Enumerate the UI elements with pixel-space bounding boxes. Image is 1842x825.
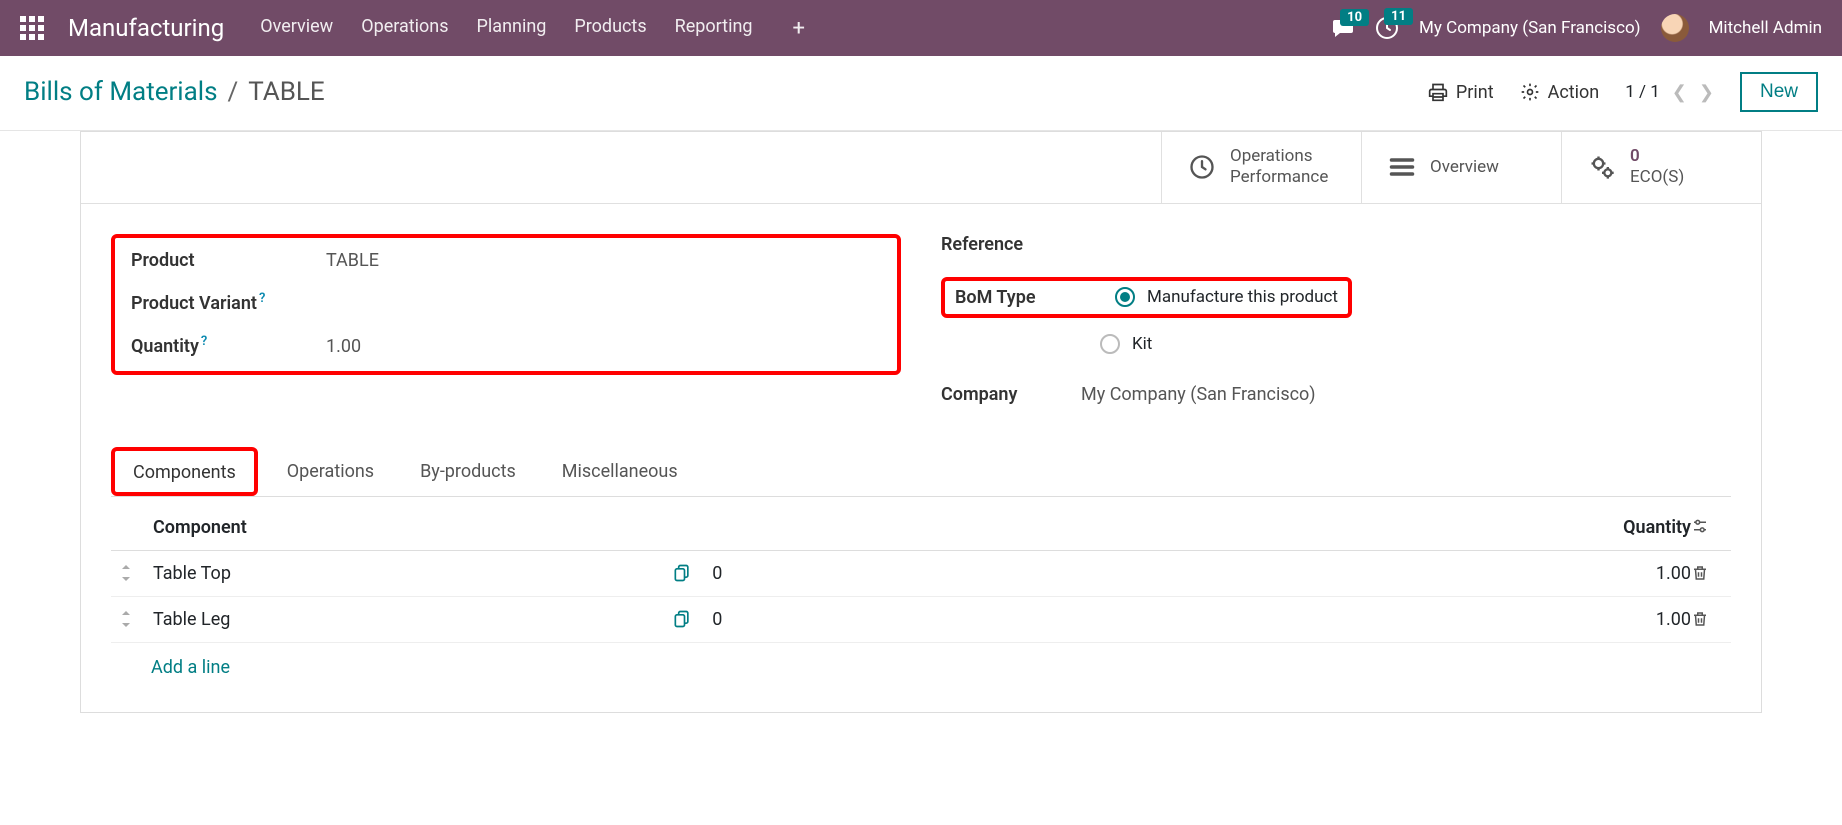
print-icon xyxy=(1428,82,1448,102)
stat-ops-line2: Performance xyxy=(1230,167,1328,188)
highlight-box-left: Product TABLE Product Variant? Quantity?… xyxy=(111,234,901,375)
pager-next-icon[interactable]: ❯ xyxy=(1699,82,1714,103)
cell-qty[interactable]: 1.00 xyxy=(1551,609,1691,630)
breadcrumb-sep: / xyxy=(228,77,239,107)
cell-name[interactable]: Table Top xyxy=(153,563,672,584)
gears-icon xyxy=(1588,153,1616,181)
highlight-box-tab: Components xyxy=(111,447,258,496)
reference-label: Reference xyxy=(941,234,1136,255)
product-label: Product xyxy=(131,250,326,271)
messages-badge: 10 xyxy=(1340,9,1369,26)
pager: 1 / 1 ❮ ❯ xyxy=(1625,82,1714,103)
th-component: Component xyxy=(153,517,672,538)
bom-type-manufacture[interactable]: Manufacture this product xyxy=(1115,287,1338,307)
nav-reporting[interactable]: Reporting xyxy=(675,16,753,41)
username[interactable]: Mitchell Admin xyxy=(1709,18,1822,38)
nav-plus-icon[interactable]: + xyxy=(793,16,805,41)
app-title[interactable]: Manufacturing xyxy=(68,14,224,42)
trash-icon[interactable] xyxy=(1691,563,1723,583)
product-value[interactable]: TABLE xyxy=(326,250,379,271)
help-icon[interactable]: ? xyxy=(259,291,265,306)
stat-ecos[interactable]: 0 ECO(S) xyxy=(1561,132,1761,203)
breadcrumb-bar: Bills of Materials / TABLE Print Action … xyxy=(0,56,1842,131)
cell-name[interactable]: Table Leg xyxy=(153,609,672,630)
nav-planning[interactable]: Planning xyxy=(477,16,547,41)
action-label: Action xyxy=(1548,82,1600,103)
variant-label: Product Variant? xyxy=(131,293,326,314)
nav-operations[interactable]: Operations xyxy=(361,16,448,41)
radio-checked-icon xyxy=(1115,287,1135,307)
tab-byproducts[interactable]: By-products xyxy=(397,448,539,497)
tab-misc[interactable]: Miscellaneous xyxy=(539,448,701,497)
form-card: Operations Performance Overview 0 ECO(S) xyxy=(80,131,1762,713)
gear-icon xyxy=(1520,82,1540,102)
radio-unchecked-icon xyxy=(1100,334,1120,354)
tabs: Components Operations By-products Miscel… xyxy=(111,447,1731,497)
adjust-icon[interactable] xyxy=(1691,517,1723,535)
quantity-value[interactable]: 1.00 xyxy=(326,336,361,357)
tab-operations[interactable]: Operations xyxy=(264,448,397,497)
apps-launcher-icon[interactable] xyxy=(20,16,44,40)
add-line-button[interactable]: Add a line xyxy=(111,643,1731,692)
nav-overview[interactable]: Overview xyxy=(260,16,333,41)
list-icon xyxy=(1388,153,1416,181)
new-button[interactable]: New xyxy=(1740,72,1818,112)
bom-opt2-label: Kit xyxy=(1132,334,1152,354)
stat-ops-line1: Operations xyxy=(1230,146,1328,167)
trash-icon[interactable] xyxy=(1691,609,1723,629)
stat-overview-label: Overview xyxy=(1430,157,1499,178)
company-selector[interactable]: My Company (San Francisco) xyxy=(1419,18,1641,38)
action-button[interactable]: Action xyxy=(1520,82,1600,103)
stat-ecos-count: 0 xyxy=(1630,146,1684,167)
company-label: Company xyxy=(941,384,1081,405)
top-navbar: Manufacturing Overview Operations Planni… xyxy=(0,0,1842,56)
forecast-icon[interactable] xyxy=(672,563,712,583)
bom-type-label: BoM Type xyxy=(955,287,1075,308)
nav-products[interactable]: Products xyxy=(574,16,646,41)
tab-components[interactable]: Components xyxy=(125,456,244,489)
activities-badge: 11 xyxy=(1384,8,1413,25)
highlight-box-bomtype: BoM Type Manufacture this product xyxy=(941,277,1352,318)
breadcrumb-current: TABLE xyxy=(248,77,324,107)
components-table: Component Quantity Table Top xyxy=(111,505,1731,692)
bom-type-kit[interactable]: Kit xyxy=(1100,334,1152,354)
table-row[interactable]: Table Top 0 1.00 xyxy=(111,551,1731,597)
print-button[interactable]: Print xyxy=(1428,82,1494,103)
stat-buttons: Operations Performance Overview 0 ECO(S) xyxy=(81,132,1761,204)
breadcrumb-root[interactable]: Bills of Materials xyxy=(24,77,218,107)
pager-count[interactable]: 1 / 1 xyxy=(1625,82,1660,102)
help-icon[interactable]: ? xyxy=(201,334,207,349)
stat-ecos-label: ECO(S) xyxy=(1630,167,1684,188)
th-quantity: Quantity xyxy=(1551,517,1691,538)
drag-handle-icon[interactable] xyxy=(119,610,153,628)
table-row[interactable]: Table Leg 0 1.00 xyxy=(111,597,1731,643)
messages-icon[interactable]: 10 xyxy=(1331,17,1355,39)
bom-opt1-label: Manufacture this product xyxy=(1147,287,1338,307)
pager-prev-icon[interactable]: ❮ xyxy=(1672,82,1687,103)
print-label: Print xyxy=(1456,82,1494,103)
stat-overview[interactable]: Overview xyxy=(1361,132,1561,203)
cell-zero: 0 xyxy=(712,563,772,584)
cell-qty[interactable]: 1.00 xyxy=(1551,563,1691,584)
stat-operations-performance[interactable]: Operations Performance xyxy=(1161,132,1361,203)
company-value[interactable]: My Company (San Francisco) xyxy=(1081,384,1316,405)
avatar[interactable] xyxy=(1661,14,1689,42)
cell-zero: 0 xyxy=(712,609,772,630)
activities-icon[interactable]: 11 xyxy=(1375,16,1399,40)
clock-icon xyxy=(1188,153,1216,181)
forecast-icon[interactable] xyxy=(672,609,712,629)
quantity-label: Quantity? xyxy=(131,336,326,357)
drag-handle-icon[interactable] xyxy=(119,564,153,582)
